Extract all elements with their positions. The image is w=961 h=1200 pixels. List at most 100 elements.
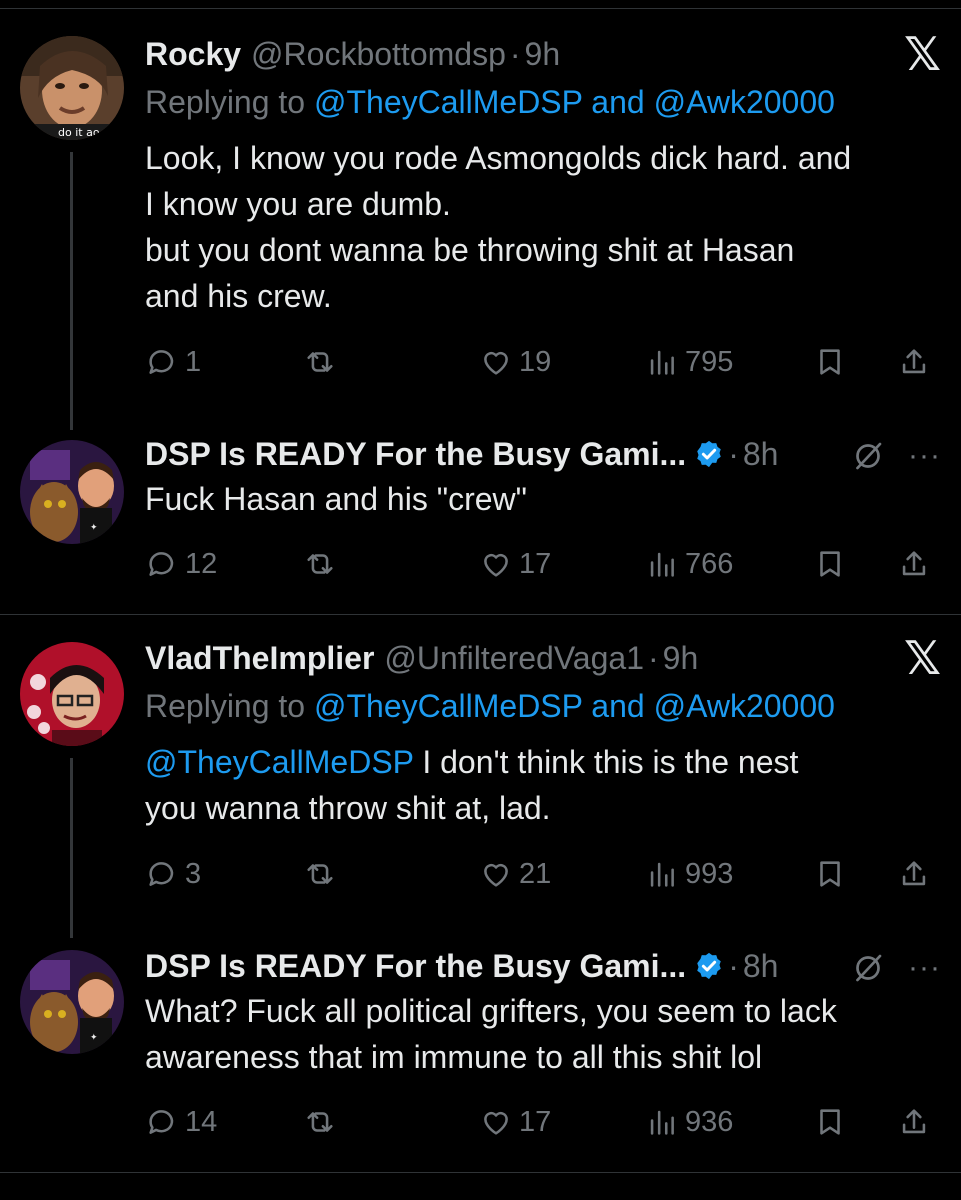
- timestamp[interactable]: 8h: [743, 434, 779, 474]
- retweet-icon: [307, 864, 333, 884]
- like-button[interactable]: 17: [479, 1100, 551, 1144]
- action-bar: 12 17 766: [145, 542, 941, 586]
- text-line: you wanna throw shit at, lad.: [145, 790, 551, 826]
- reply-button[interactable]: 14: [145, 1100, 217, 1144]
- avatar[interactable]: [20, 642, 124, 746]
- bookmark-icon: [820, 1109, 840, 1135]
- retweet-button[interactable]: [303, 1100, 337, 1144]
- views-button[interactable]: 936: [645, 1100, 733, 1144]
- bookmark-icon: [820, 349, 840, 375]
- text-line: Fuck Hasan and his "crew": [145, 481, 527, 517]
- bookmark-button[interactable]: [813, 1100, 847, 1144]
- mention-link[interactable]: @Awk20000: [654, 84, 835, 120]
- mention-link[interactable]: @TheyCallMeDSP: [314, 688, 582, 724]
- text-line: I know you are dumb.: [145, 186, 451, 222]
- action-bar: 14 17 936: [145, 1100, 941, 1144]
- views-icon: [650, 552, 674, 577]
- tweet-menu: ···: [850, 434, 941, 478]
- svg-text:✦: ✦: [90, 1033, 98, 1043]
- share-icon: [902, 1109, 926, 1134]
- text-line: but you dont wanna be throwing shit at H…: [145, 232, 795, 268]
- display-name[interactable]: DSP Is READY For the Busy Gami...: [145, 434, 686, 474]
- timestamp[interactable]: 9h: [525, 34, 561, 74]
- like-button[interactable]: 17: [479, 542, 551, 586]
- heart-icon: [484, 863, 508, 887]
- avatar[interactable]: ✦: [20, 950, 124, 1054]
- view-count: 766: [685, 547, 734, 580]
- user-handle[interactable]: @Rockbottomdsp: [251, 34, 506, 74]
- replying-to-label: Replying to: [145, 688, 306, 724]
- grok-icon[interactable]: [850, 438, 886, 474]
- tweet-header: VladTheImplier @UnfilteredVaga1 · 9h: [145, 638, 941, 678]
- reply-button[interactable]: 3: [145, 852, 201, 896]
- mention-link[interactable]: @TheyCallMeDSP: [145, 744, 413, 780]
- reply-count: 14: [185, 1105, 218, 1138]
- reply-button[interactable]: 12: [145, 542, 217, 586]
- share-button[interactable]: [897, 852, 931, 896]
- retweet-button[interactable]: [303, 340, 337, 384]
- share-icon: [902, 349, 926, 374]
- share-button[interactable]: [897, 1100, 931, 1144]
- heart-icon: [484, 351, 508, 375]
- timestamp[interactable]: 8h: [743, 946, 779, 986]
- text-line: awareness that im immune to all this shi…: [145, 1039, 763, 1075]
- tweet-text: Look, I know you rode Asmongolds dick ha…: [145, 135, 941, 319]
- display-name[interactable]: Rocky: [145, 34, 241, 74]
- reply-count: 12: [185, 547, 218, 580]
- thread-line: [70, 758, 73, 938]
- avatar[interactable]: ✦: [20, 440, 124, 544]
- retweet-button[interactable]: [303, 542, 337, 586]
- views-icon: [650, 862, 674, 887]
- replying-to: Replying to @TheyCallMeDSP and @Awk20000: [145, 82, 941, 122]
- timestamp[interactable]: 9h: [663, 638, 699, 678]
- heart-icon: [484, 1111, 508, 1135]
- views-button[interactable]: 993: [645, 852, 733, 896]
- avatar[interactable]: do it ao: [20, 36, 124, 140]
- tweet-header: Rocky @Rockbottomdsp · 9h: [145, 34, 941, 74]
- more-icon[interactable]: ···: [908, 439, 941, 473]
- like-count: 19: [519, 345, 552, 378]
- views-icon: [650, 1110, 674, 1135]
- separator-dot: ·: [509, 36, 521, 72]
- bookmark-button[interactable]: [813, 542, 847, 586]
- bookmark-button[interactable]: [813, 340, 847, 384]
- like-button[interactable]: 19: [479, 340, 551, 384]
- reply-button[interactable]: 1: [145, 340, 201, 384]
- verified-badge-icon: [697, 952, 721, 980]
- x-logo-icon: 𝕏: [903, 631, 941, 685]
- thread-line: [70, 152, 73, 430]
- view-count: 936: [685, 1105, 734, 1138]
- reply-icon: [149, 552, 174, 576]
- like-count: 21: [519, 857, 552, 890]
- like-count: 17: [519, 547, 552, 580]
- display-name[interactable]: DSP Is READY For the Busy Gami...: [145, 946, 686, 986]
- thread-divider: [0, 614, 961, 615]
- views-button[interactable]: 795: [645, 340, 733, 384]
- reply-icon: [149, 862, 174, 886]
- x-logo-icon: 𝕏: [903, 27, 941, 81]
- like-count: 17: [519, 1105, 552, 1138]
- share-button[interactable]: [897, 542, 931, 586]
- action-bar: 1 19 795: [145, 340, 941, 384]
- view-count: 795: [685, 345, 734, 378]
- bookmark-button[interactable]: [813, 852, 847, 896]
- mention-link[interactable]: @Awk20000: [654, 688, 835, 724]
- action-bar: 3 21 993: [145, 852, 941, 896]
- retweet-icon: [307, 554, 333, 574]
- user-handle[interactable]: @UnfilteredVaga1: [384, 638, 644, 678]
- retweet-icon: [307, 352, 333, 372]
- grok-icon[interactable]: [850, 950, 886, 986]
- mention-link[interactable]: @TheyCallMeDSP: [314, 84, 582, 120]
- more-icon[interactable]: ···: [908, 951, 941, 985]
- reply-count: 1: [185, 345, 202, 378]
- verified-badge-icon: [697, 440, 721, 468]
- display-name[interactable]: VladTheImplier: [145, 638, 374, 678]
- tweet-header: DSP Is READY For the Busy Gami... · 8h: [145, 946, 941, 986]
- retweet-button[interactable]: [303, 852, 337, 896]
- views-button[interactable]: 766: [645, 542, 733, 586]
- views-icon: [650, 350, 674, 375]
- share-button[interactable]: [897, 340, 931, 384]
- like-button[interactable]: 21: [479, 852, 551, 896]
- separator-dot: ·: [728, 948, 739, 984]
- heart-icon: [484, 553, 508, 577]
